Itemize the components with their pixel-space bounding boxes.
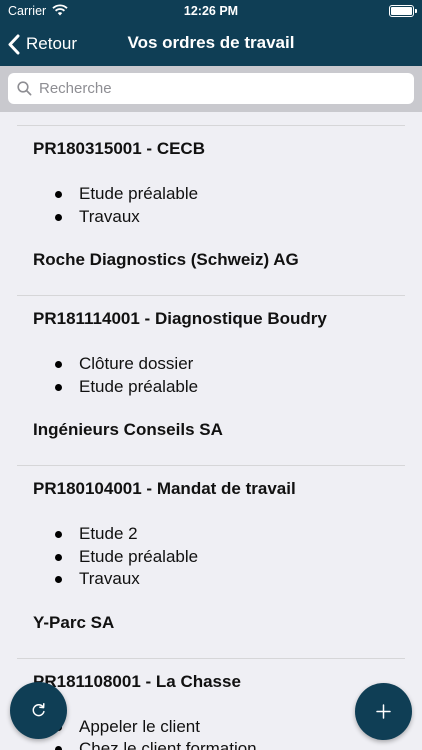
page-title: Vos ordres de travail	[127, 33, 295, 52]
status-time: 12:26 PM	[183, 4, 239, 18]
order-title: PR180315001 - CECB	[33, 139, 205, 158]
order-item[interactable]: PR180315001 - CECB Etude préalable Trava…	[0, 126, 422, 295]
status-bar: Carrier 12:26 PM	[0, 0, 422, 22]
header: Carrier 12:26 PM Retour Vos ordres de tr…	[0, 0, 422, 66]
order-title: PR180104001 - Mandat de travail	[33, 479, 296, 498]
order-item[interactable]: PR180104001 - Mandat de travail Etude 2 …	[0, 466, 422, 658]
task-item: Etude préalable	[55, 546, 422, 569]
task-item: Etude préalable	[55, 183, 422, 206]
refresh-button[interactable]	[10, 682, 67, 739]
task-list: Etude préalable Travaux	[0, 171, 422, 240]
task-item: Travaux	[55, 568, 422, 591]
task-list: Etude 2 Etude préalable Travaux	[0, 511, 422, 603]
search-field[interactable]	[8, 73, 414, 104]
add-order-button[interactable]	[355, 683, 412, 740]
client-name: Y-Parc SA	[33, 612, 115, 632]
nav-bar: Retour Vos ordres de travail	[0, 22, 422, 66]
order-item[interactable]: PR181114001 - Diagnostique Boudry Clôtur…	[0, 296, 422, 465]
task-item: Etude préalable	[55, 376, 422, 399]
client-name: Roche Diagnostics (Schweiz) AG	[33, 250, 299, 269]
orders-list[interactable]: PR180315001 - CECB Etude préalable Trava…	[0, 112, 422, 750]
task-list: Clôture dossier Etude préalable	[0, 341, 422, 410]
task-item: Etude 2	[55, 523, 422, 546]
task-item: Clôture dossier	[55, 353, 422, 376]
battery-icon	[389, 5, 417, 17]
search-input[interactable]	[39, 73, 399, 104]
order-title: PR181114001 - Diagnostique Boudry	[33, 309, 327, 328]
client-name: Ingénieurs Conseils SA	[33, 420, 223, 439]
task-item: Travaux	[55, 206, 422, 229]
search-bar	[0, 66, 422, 112]
task-item: Chez le client formation	[55, 738, 422, 750]
